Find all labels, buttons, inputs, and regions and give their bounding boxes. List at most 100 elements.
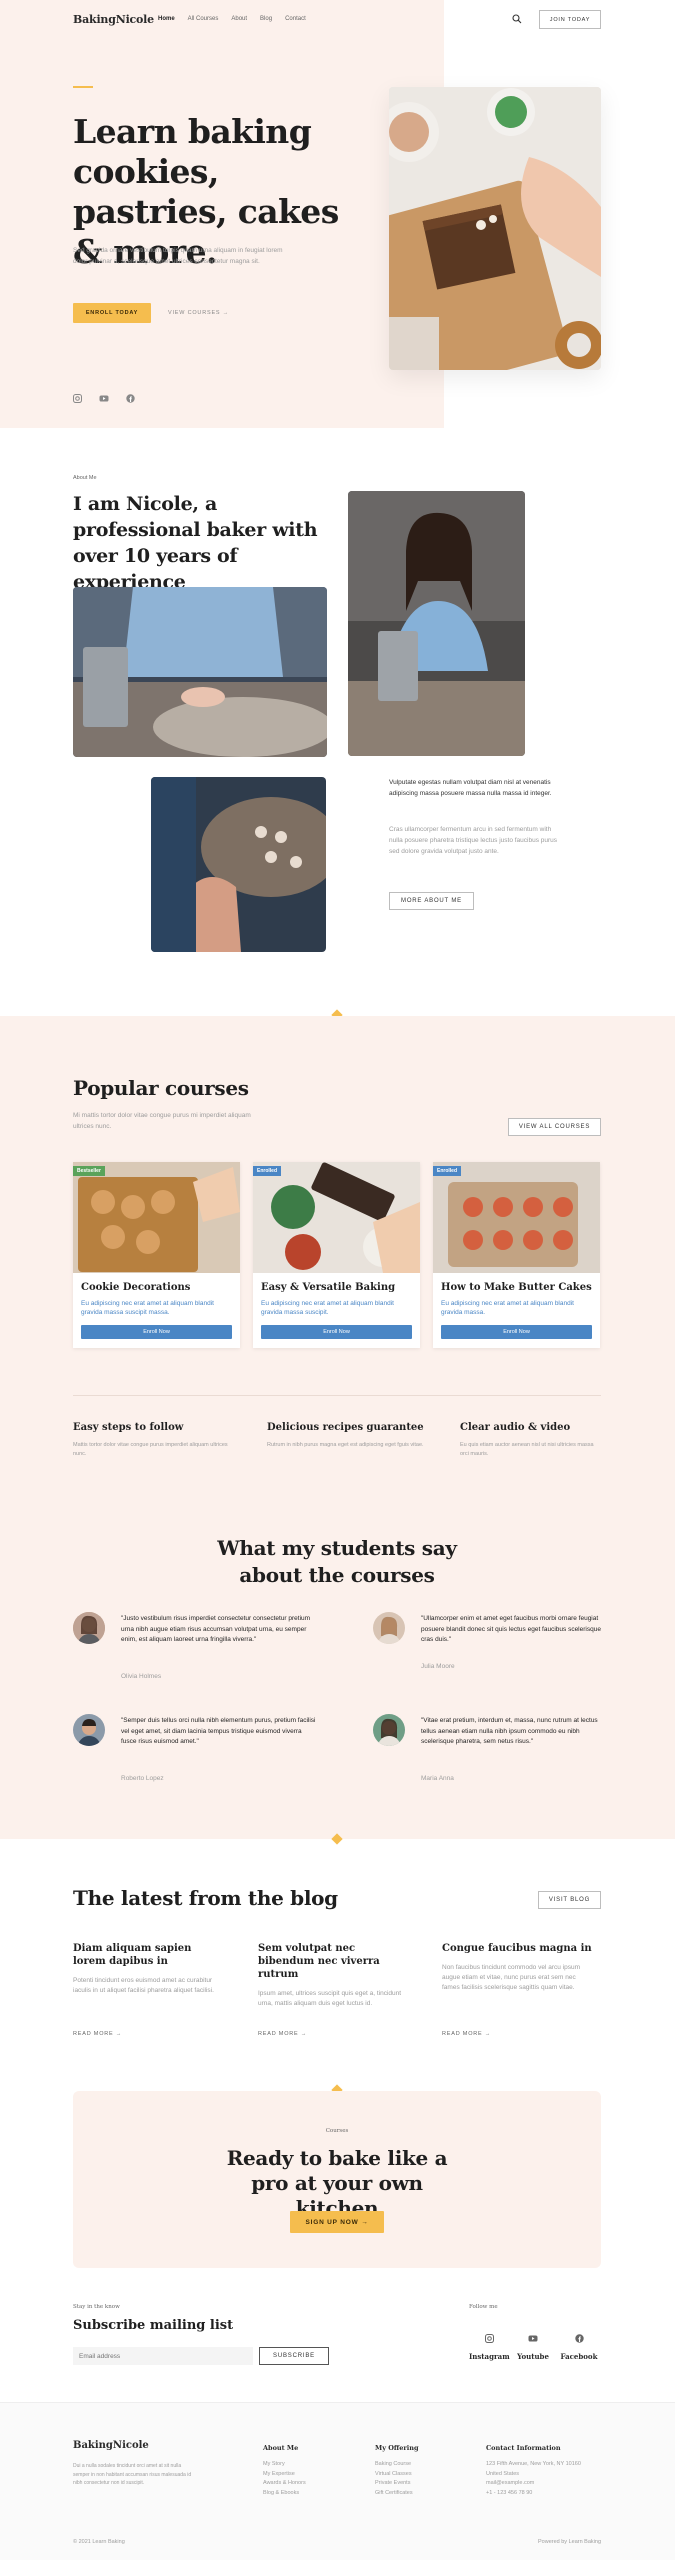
footer-link[interactable]: Virtual Classes bbox=[375, 2470, 465, 2480]
sign-up-now-button[interactable]: Sign Up Now → bbox=[290, 2211, 384, 2233]
facebook-icon bbox=[557, 2334, 601, 2343]
avatar bbox=[73, 1612, 105, 1644]
read-more-link[interactable]: Read More → bbox=[442, 2031, 491, 2037]
footer-brand[interactable]: BakingNicole bbox=[73, 2440, 149, 2451]
footer-column-about: About Me My Story My Expertise Awards & … bbox=[263, 2444, 353, 2498]
course-image-baking bbox=[253, 1162, 420, 1273]
about-eyebrow: About Me bbox=[73, 475, 97, 481]
blog-post-title[interactable]: Sem volutpat nec bibendum nec viverra ru… bbox=[258, 1942, 408, 1981]
footer-link[interactable]: Baking Course bbox=[375, 2460, 465, 2470]
feature-item: Delicious recipes guarantee Rutrum in ni… bbox=[267, 1422, 427, 1450]
about-paragraph-2: Cras ullamcorper fermentum arcu in sed f… bbox=[389, 826, 558, 855]
blog-post-title[interactable]: Congue faucibus magna in bbox=[442, 1942, 592, 1955]
join-today-button[interactable]: Join Today bbox=[539, 10, 601, 29]
youtube-icon[interactable] bbox=[99, 394, 109, 405]
email-input[interactable] bbox=[73, 2347, 253, 2365]
nav-home[interactable]: Home bbox=[158, 16, 175, 22]
powered-by-text: Powered by Learn Baking bbox=[538, 2539, 601, 2545]
follow-facebook[interactable]: Facebook bbox=[557, 2334, 601, 2361]
course-badge: Bestseller bbox=[73, 1166, 105, 1176]
brand-logo[interactable]: BakingNicole bbox=[73, 13, 154, 26]
course-card[interactable]: Enrolled Easy & Versatile Baking Eu adip… bbox=[253, 1162, 420, 1348]
enroll-now-button[interactable]: Enroll Now bbox=[261, 1325, 412, 1339]
subscribe-button[interactable]: Subscribe bbox=[259, 2347, 329, 2365]
nav-about[interactable]: About bbox=[231, 16, 247, 22]
about-paragraph-1: Vulputate egestas nullam volutpat diam n… bbox=[389, 779, 552, 797]
view-all-courses-button[interactable]: View All Courses bbox=[508, 1118, 601, 1136]
courses-description: Mi mattis tortor dolor vitae congue puru… bbox=[73, 1112, 251, 1130]
search-icon[interactable] bbox=[512, 14, 522, 24]
footer-link[interactable]: Private Events bbox=[375, 2479, 465, 2489]
nav-contact[interactable]: Contact bbox=[285, 16, 306, 22]
about-image-portrait bbox=[348, 491, 525, 756]
testimonials-title: What my students say about the courses bbox=[217, 1536, 457, 1587]
facebook-label: Facebook bbox=[560, 2352, 598, 2361]
feature-item: Clear audio & video Eu quis etiam auctor… bbox=[460, 1422, 600, 1459]
feature-description: Mattis tortor dolor vitae congue purus i… bbox=[73, 1442, 228, 1457]
hero-image bbox=[389, 87, 601, 370]
course-card[interactable]: Bestseller Cookie Decorations Eu adipisc… bbox=[73, 1162, 240, 1348]
instagram-icon bbox=[469, 2334, 509, 2343]
view-courses-link[interactable]: View Courses → bbox=[168, 310, 229, 316]
about-title: I am Nicole, a professional baker with o… bbox=[73, 493, 318, 593]
testimonial-author: Maria Anna bbox=[421, 1775, 454, 1782]
follow-instagram[interactable]: Instagram bbox=[469, 2334, 510, 2361]
footer-link[interactable]: Awards & Honors bbox=[263, 2479, 353, 2489]
feature-title: Clear audio & video bbox=[460, 1422, 571, 1433]
testimonial-quote: "Semper duis tellus orci nulla nibh elem… bbox=[121, 1717, 316, 1745]
course-title: Easy & Versatile Baking bbox=[261, 1282, 396, 1293]
nav-all-courses[interactable]: All Courses bbox=[188, 16, 219, 22]
footer-column-offering: My Offering Baking Course Virtual Classe… bbox=[375, 2444, 465, 2498]
footer-link[interactable]: Blog & Ebooks bbox=[263, 2489, 353, 2499]
follow-youtube[interactable]: Youtube bbox=[513, 2334, 553, 2361]
instagram-icon[interactable] bbox=[73, 394, 82, 405]
about-image-dough bbox=[73, 587, 327, 757]
course-title: Cookie Decorations bbox=[81, 1282, 191, 1293]
footer-link[interactable]: Gift Certificates bbox=[375, 2489, 465, 2499]
testimonial-quote: "Ullamcorper enim et amet eget faucibus … bbox=[421, 1615, 601, 1643]
copyright-text: © 2021 Learn Baking bbox=[73, 2539, 125, 2545]
cta-title: Ready to bake like a pro at your own kit… bbox=[226, 2146, 448, 2220]
read-more-link[interactable]: Read More → bbox=[258, 2031, 307, 2037]
course-badge: Enrolled bbox=[433, 1166, 462, 1176]
enroll-today-button[interactable]: Enroll Today bbox=[73, 303, 151, 323]
testimonial-author: Roberto Lopez bbox=[121, 1775, 164, 1782]
newsletter-eyebrow: Stay in the know bbox=[73, 2304, 120, 2310]
courses-title: Popular courses bbox=[73, 1076, 249, 1100]
social-icons-row bbox=[73, 394, 135, 405]
blog-post-title[interactable]: Diam aliquam sapien lorem dapibus in bbox=[73, 1942, 223, 1968]
course-description: Eu adipiscing nec erat amet at aliquam b… bbox=[441, 1300, 574, 1316]
facebook-icon[interactable] bbox=[126, 394, 135, 405]
enroll-now-button[interactable]: Enroll Now bbox=[441, 1325, 592, 1339]
blog-post[interactable]: Diam aliquam sapien lorem dapibus in Pot… bbox=[73, 1942, 223, 1996]
course-badge: Enrolled bbox=[253, 1166, 282, 1176]
nav-blog[interactable]: Blog bbox=[260, 16, 272, 22]
footer-link[interactable]: My Expertise bbox=[263, 2470, 353, 2480]
footer-link[interactable]: My Story bbox=[263, 2460, 353, 2470]
footer-description: Dui a nulla sodales tincidunt orci amet … bbox=[73, 2463, 192, 2486]
visit-blog-button[interactable]: Visit Blog bbox=[538, 1891, 601, 1909]
testimonial-author: Olivia Holmes bbox=[121, 1673, 162, 1680]
footer-address: 123 Fifth Avenue, New York, NY 10160 bbox=[486, 2461, 581, 2467]
read-more-link[interactable]: Read More → bbox=[73, 2031, 122, 2037]
course-card[interactable]: Enrolled How to Make Butter Cakes Eu adi… bbox=[433, 1162, 600, 1348]
enroll-now-button[interactable]: Enroll Now bbox=[81, 1325, 232, 1339]
footer-column-title: About Me bbox=[263, 2444, 299, 2452]
course-image-butter-cakes bbox=[433, 1162, 600, 1273]
about-image-hands bbox=[151, 777, 326, 952]
course-description: Eu adipiscing nec erat amet at aliquam b… bbox=[261, 1300, 394, 1316]
cta-eyebrow: Courses bbox=[325, 2128, 349, 2134]
avatar bbox=[373, 1612, 405, 1644]
more-about-me-button[interactable]: More About Me bbox=[389, 892, 474, 910]
youtube-icon bbox=[513, 2334, 553, 2343]
footer-country: United States bbox=[486, 2470, 520, 2477]
course-description: Eu adipiscing nec erat amet at aliquam b… bbox=[81, 1300, 214, 1316]
blog-post[interactable]: Sem volutpat nec bibendum nec viverra ru… bbox=[258, 1942, 408, 2009]
blog-post-excerpt: Non faucibus tincidunt commodo vel arcu … bbox=[442, 1964, 581, 1991]
course-title: How to Make Butter Cakes bbox=[441, 1282, 592, 1293]
blog-post[interactable]: Congue faucibus magna in Non faucibus ti… bbox=[442, 1942, 592, 1993]
footer-email[interactable]: mail@example.com bbox=[486, 2479, 601, 2489]
footer-phone[interactable]: +1 - 123 456 78 90 bbox=[486, 2489, 601, 2499]
avatar bbox=[73, 1714, 105, 1746]
feature-item: Easy steps to follow Mattis tortor dolor… bbox=[73, 1422, 233, 1459]
